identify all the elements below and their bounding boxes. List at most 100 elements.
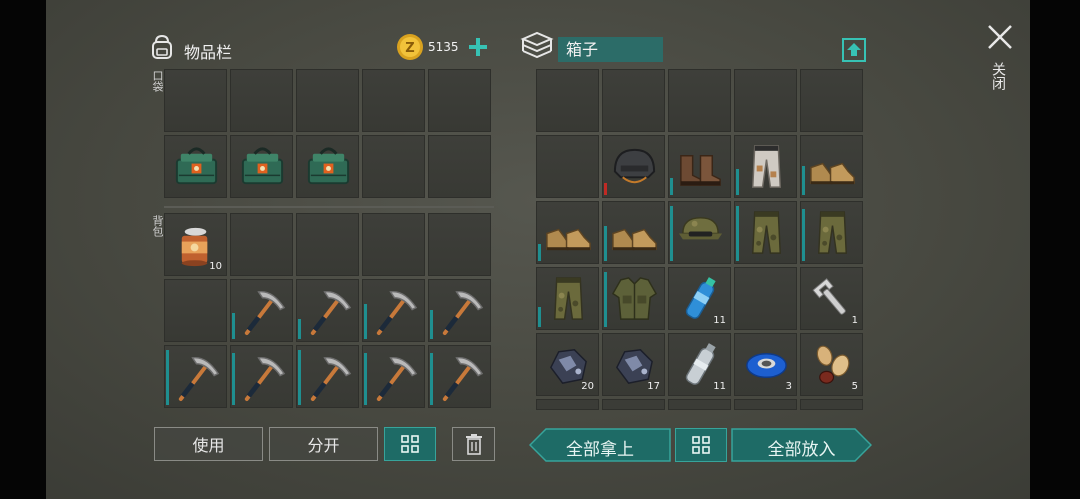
- pickaxe-icon: [310, 290, 352, 336]
- pickaxe-icon: [310, 356, 352, 402]
- coin-count: 5135: [428, 40, 459, 54]
- jacket-camo-icon: [611, 277, 658, 320]
- box-slot[interactable]: 20: [536, 333, 599, 396]
- backpack-slot[interactable]: [428, 213, 491, 276]
- item-count: 11: [713, 315, 726, 326]
- boots-tan-icon: [612, 228, 657, 251]
- use-button[interactable]: 使用: [154, 427, 263, 461]
- wrench-icon: [812, 278, 846, 315]
- box-slot[interactable]: [602, 201, 665, 264]
- box-slot[interactable]: 11: [668, 267, 731, 330]
- backpack-slot[interactable]: [362, 279, 425, 342]
- sort-inventory-button[interactable]: [384, 427, 436, 461]
- coin-icon: Z: [397, 34, 423, 60]
- condition-bar: [538, 244, 541, 261]
- pocket-slot[interactable]: [362, 135, 425, 198]
- condition-bar: [364, 353, 367, 405]
- pocket-slot[interactable]: [230, 69, 293, 132]
- tape-icon: [746, 352, 787, 379]
- backpack-slot[interactable]: [428, 279, 491, 342]
- game-screen: 物品栏 Z 5135 口袋 背包 10 使用 分开 箱子 11 1 20 17 …: [0, 0, 1080, 499]
- backpack-slot[interactable]: [230, 213, 293, 276]
- put-all-label: 全部放入: [767, 440, 836, 460]
- box-slot[interactable]: [536, 201, 599, 264]
- condition-bar: [604, 272, 607, 327]
- crate-icon: [241, 147, 284, 185]
- box-slot[interactable]: [734, 69, 797, 132]
- box-slot[interactable]: [734, 267, 797, 330]
- item-count: 3: [785, 381, 792, 392]
- item-count: 11: [713, 381, 726, 392]
- backpack-slot[interactable]: [296, 279, 359, 342]
- backpack-slot[interactable]: [230, 279, 293, 342]
- box-slot[interactable]: 11: [668, 333, 731, 396]
- pocket-slot[interactable]: [428, 135, 491, 198]
- pickaxe-icon: [442, 356, 484, 402]
- box-slot[interactable]: [668, 135, 731, 198]
- box-slot[interactable]: [734, 201, 797, 264]
- box-slot[interactable]: 17: [602, 333, 665, 396]
- box-slot[interactable]: [536, 69, 599, 132]
- pocket-slot[interactable]: [230, 135, 293, 198]
- pickaxe-icon: [178, 356, 220, 402]
- split-button[interactable]: 分开: [269, 427, 378, 461]
- backpack-slot[interactable]: [362, 213, 425, 276]
- pocket-slot[interactable]: [296, 69, 359, 132]
- pants-camo-icon: [817, 211, 848, 254]
- backpack-icon: [152, 34, 172, 59]
- condition-bar: [538, 307, 541, 327]
- take-all-button[interactable]: 全部拿上: [529, 428, 671, 462]
- boots-tan-icon: [810, 162, 855, 185]
- condition-bar: [430, 310, 433, 339]
- box-slot[interactable]: [602, 69, 665, 132]
- backpack-slot[interactable]: [164, 345, 227, 408]
- pocket-slot[interactable]: [296, 135, 359, 198]
- backpack-slot[interactable]: 10: [164, 213, 227, 276]
- pocket-slot[interactable]: [164, 135, 227, 198]
- backpack-slot[interactable]: [296, 213, 359, 276]
- box-slot[interactable]: [602, 135, 665, 198]
- box-slot[interactable]: [734, 135, 797, 198]
- upload-icon[interactable]: [841, 37, 867, 63]
- cap-camo-icon: [678, 217, 723, 240]
- pocket-slot[interactable]: [362, 69, 425, 132]
- put-all-button[interactable]: 全部放入: [731, 428, 872, 462]
- boots-brown-icon: [680, 154, 721, 186]
- box-slot[interactable]: [800, 201, 863, 264]
- backpack-slot[interactable]: [296, 345, 359, 408]
- sort-box-button[interactable]: [675, 428, 727, 462]
- item-count: 10: [209, 261, 222, 272]
- backpack-slot[interactable]: [362, 345, 425, 408]
- box-slot[interactable]: [668, 69, 731, 132]
- box-slot[interactable]: 5: [800, 333, 863, 396]
- condition-bar: [298, 350, 301, 405]
- box-slot[interactable]: [536, 267, 599, 330]
- box-slot[interactable]: [602, 267, 665, 330]
- grid-divider: [164, 206, 494, 208]
- trash-button[interactable]: [452, 427, 495, 461]
- box-slot[interactable]: [668, 201, 731, 264]
- seeds-icon: [816, 345, 850, 384]
- backpack-slot[interactable]: [164, 279, 227, 342]
- pocket-slot[interactable]: [428, 69, 491, 132]
- backpack-slot[interactable]: [230, 345, 293, 408]
- grid-icon: [692, 436, 710, 454]
- close-icon[interactable]: [985, 22, 1015, 52]
- condition-bar: [802, 209, 805, 261]
- backpack-slot[interactable]: [428, 345, 491, 408]
- condition-bar: [736, 206, 739, 261]
- condition-bar: [298, 319, 301, 339]
- box-slot[interactable]: [800, 69, 863, 132]
- inventory-title: 物品栏: [184, 43, 233, 62]
- item-count: 1: [851, 315, 858, 326]
- crate-icon: [307, 147, 350, 185]
- add-coins-icon[interactable]: [468, 37, 488, 57]
- close-label[interactable]: 关闭: [990, 62, 1008, 90]
- box-slot[interactable]: 3: [734, 333, 797, 396]
- box-slot[interactable]: [800, 135, 863, 198]
- pickaxe-icon: [442, 290, 484, 336]
- pocket-slot[interactable]: [164, 69, 227, 132]
- box-slot[interactable]: [536, 135, 599, 198]
- box-slot[interactable]: 1: [800, 267, 863, 330]
- box-stack-icon: [520, 31, 554, 59]
